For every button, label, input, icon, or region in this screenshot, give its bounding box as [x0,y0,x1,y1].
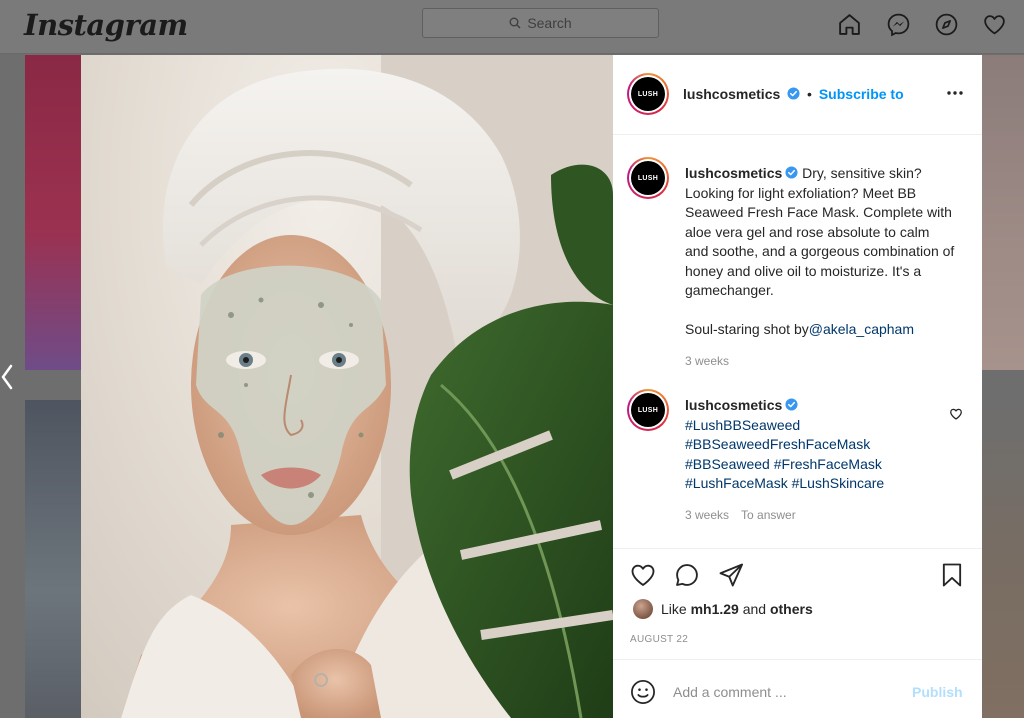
instagram-logo[interactable]: Instagram [24,8,188,42]
post-author-line: lushcosmetics • Subscribe to [683,86,904,102]
likes-summary: Like mh1.29 and others [633,599,813,619]
author-avatar[interactable]: LUSH [627,73,669,115]
previous-post-arrow-icon[interactable] [0,363,14,391]
feed-thumbnail [25,55,83,370]
top-navigation-bar: Instagram Search [0,0,1024,54]
search-box[interactable]: Search [422,8,659,38]
verified-badge-icon [785,398,798,411]
hashtag-link[interactable]: #LushFaceMask [685,475,788,491]
comment-item: LUSH lushcosmetics #LushBBSeaweed #BBSea… [627,389,972,539]
post-photo[interactable] [81,55,613,718]
likes-prefix: Like [661,601,687,617]
search-placeholder: Search [527,15,572,31]
comment-username[interactable]: lushcosmetics [685,397,782,413]
caption-time: 3 weeks [685,353,730,368]
comments-list[interactable]: LUSH lushcosmetics Dry, sensitive skin? … [613,136,982,548]
verified-badge-icon [787,87,800,100]
comment-meta: 3 weeks To answer [685,506,955,526]
caption-item: LUSH lushcosmetics Dry, sensitive skin? … [627,157,972,372]
author-username[interactable]: lushcosmetics [683,86,780,102]
subscribe-button[interactable]: Subscribe to [819,86,904,102]
like-comment-heart-icon[interactable] [949,407,963,421]
likes-joiner: and [742,601,767,617]
feed-thumbnail [982,400,1024,718]
more-options-icon[interactable] [945,86,965,100]
search-icon [509,17,521,29]
post-date: AUGUST 22 [630,634,689,645]
caption-text: Dry, sensitive skin? Looking for light e… [685,165,955,337]
add-comment-bar: Publish [613,659,982,718]
add-comment-input[interactable] [673,678,893,706]
hashtag-link[interactable]: #FreshFaceMask [774,456,882,472]
comment-time: 3 weeks [685,507,730,522]
separator-dot: • [807,86,812,102]
save-bookmark-icon[interactable] [938,561,966,589]
hashtag-link[interactable]: #BBSeaweedFreshFaceMask [685,436,870,452]
like-heart-icon[interactable] [629,561,657,589]
post-details-panel: LUSH lushcosmetics • Subscribe to LUSH l… [613,55,982,718]
hashtag-link[interactable]: #LushSkincare [792,475,885,491]
mention-link[interactable]: @akela_capham [809,321,914,337]
publish-button[interactable]: Publish [912,684,963,700]
caption-body: lushcosmetics Dry, sensitive skin? Looki… [685,164,955,371]
verified-badge-icon [785,166,798,179]
likes-others-link[interactable]: others [770,601,813,617]
feed-thumbnail [25,400,83,718]
photo-face-mask-illustration [121,55,613,718]
emoji-smile-icon[interactable] [629,678,657,706]
activity-heart-icon[interactable] [982,12,1007,37]
share-direct-icon[interactable] [717,561,745,589]
post-actions: Like mh1.29 and others AUGUST 22 Publish [613,548,982,718]
author-avatar[interactable]: LUSH [627,389,669,431]
liker-avatar[interactable] [633,599,653,619]
messenger-icon[interactable] [886,12,911,37]
liker-username[interactable]: mh1.29 [691,601,739,617]
explore-icon[interactable] [934,12,959,37]
comment-bubble-icon[interactable] [673,561,701,589]
comment-body: lushcosmetics #LushBBSeaweed #BBSeaweedF… [685,396,955,525]
feed-thumbnail [982,55,1024,370]
hashtag-link[interactable]: #BBSeaweed [685,456,770,472]
caption-meta: 3 weeks [685,352,955,372]
post-header: LUSH lushcosmetics • Subscribe to [613,55,982,135]
caption-username[interactable]: lushcosmetics [685,165,782,181]
home-icon[interactable] [837,12,862,37]
author-avatar[interactable]: LUSH [627,157,669,199]
reply-button[interactable]: To answer [741,508,796,522]
hashtag-link[interactable]: #LushBBSeaweed [685,417,800,433]
